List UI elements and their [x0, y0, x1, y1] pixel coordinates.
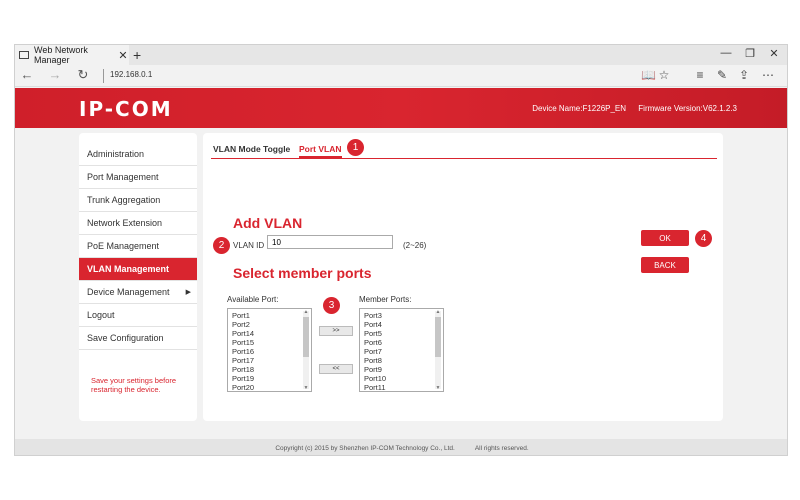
ip-com-logo: IP-COM [79, 97, 173, 121]
list-item[interactable]: Port10 [364, 374, 443, 383]
page-footer: Copyright (c) 2015 by Shenzhen IP-COM Te… [15, 439, 787, 455]
sidebar-item-vlan-management[interactable]: VLAN Management [79, 258, 197, 281]
list-item[interactable]: Port6 [364, 338, 443, 347]
page-icon [19, 51, 29, 59]
sidebar-item-label: Logout [87, 310, 115, 320]
url-field[interactable]: 192.168.0.1 [110, 70, 152, 79]
tab-title: Web Network Manager [34, 45, 88, 65]
scroll-down-icon[interactable]: ▼ [435, 385, 441, 391]
list-item[interactable]: Port20 [232, 383, 311, 391]
scrollbar-thumb[interactable] [435, 317, 441, 357]
step-marker-4: 4 [695, 230, 712, 247]
save-settings-note: Save your settings before restarting the… [91, 376, 177, 394]
step-marker-1: 1 [347, 139, 364, 156]
more-icon[interactable]: ⋯ [761, 68, 775, 82]
close-tab-icon[interactable]: ✕ [117, 49, 129, 62]
tab-port-vlan[interactable]: Port VLAN [299, 144, 342, 158]
sidebar-item-label: VLAN Management [87, 264, 170, 274]
sidebar-item-label: PoE Management [87, 241, 160, 251]
list-item[interactable]: Port18 [232, 365, 311, 374]
sidebar-item-administration[interactable]: Administration [79, 143, 197, 166]
content-panel: VLAN Mode Toggle Port VLAN 1 Add VLAN 2 … [203, 133, 723, 421]
close-window-icon[interactable]: ✕ [767, 47, 781, 60]
list-item[interactable]: Port1 [232, 311, 311, 320]
address-separator [103, 69, 104, 83]
rights-text: All rights reserved. [474, 444, 529, 452]
device-info: Device Name:F1226P_EN Firmware Version:V… [532, 104, 737, 113]
list-item[interactable]: Port15 [232, 338, 311, 347]
browser-tab[interactable]: Web Network Manager ✕ [15, 45, 129, 65]
minimize-icon[interactable]: — [719, 47, 733, 59]
ok-button[interactable]: OK [641, 230, 689, 246]
share-icon[interactable]: ⇪ [737, 68, 751, 82]
tab-strip: Web Network Manager ✕ + — ❐ ✕ [15, 45, 787, 65]
select-member-ports-title: Select member ports [233, 265, 372, 281]
submenu-arrow-icon: ▶ [185, 289, 191, 296]
sidebar-item-logout[interactable]: Logout [79, 304, 197, 327]
scroll-up-icon[interactable]: ▲ [435, 309, 441, 315]
list-item[interactable]: Port11 [364, 383, 443, 391]
hub-icon[interactable]: ≡ [693, 68, 707, 82]
sidebar-item-label: Save Configuration [87, 333, 164, 343]
list-item[interactable]: Port9 [364, 365, 443, 374]
sidebar-item-save-configuration[interactable]: Save Configuration [79, 327, 197, 350]
remove-ports-button[interactable]: << [319, 364, 353, 374]
sidebar-item-trunk-aggregation[interactable]: Trunk Aggregation [79, 189, 197, 212]
firmware-version: Firmware Version:V62.1.2.3 [638, 104, 737, 113]
scrollbar-thumb[interactable] [303, 317, 309, 357]
sidebar-item-label: Port Management [87, 172, 159, 182]
member-port-list[interactable]: Port3 Port4 Port5 Port6 Port7 Port8 Port… [359, 308, 444, 392]
scrollbar[interactable]: ▲ ▼ [435, 309, 441, 391]
tab-vlan-mode-toggle[interactable]: VLAN Mode Toggle [213, 144, 290, 154]
list-item[interactable]: Port7 [364, 347, 443, 356]
step-marker-2: 2 [213, 237, 230, 254]
sidebar-item-label: Administration [87, 149, 145, 159]
back-button[interactable]: BACK [641, 257, 689, 273]
sidebar-nav: Administration Port Management Trunk Agg… [79, 133, 197, 421]
list-item[interactable]: Port3 [364, 311, 443, 320]
list-item[interactable]: Port8 [364, 356, 443, 365]
list-item[interactable]: Port14 [232, 329, 311, 338]
list-item[interactable]: Port2 [232, 320, 311, 329]
device-name: Device Name:F1226P_EN [532, 104, 627, 113]
vlan-id-input[interactable] [267, 235, 393, 249]
refresh-icon[interactable]: ↻ [75, 67, 91, 83]
available-port-list[interactable]: Port1 Port2 Port14 Port15 Port16 Port17 … [227, 308, 312, 392]
back-icon[interactable]: ← [19, 67, 35, 82]
web-note-icon[interactable]: ✎ [715, 68, 729, 82]
add-vlan-title: Add VLAN [233, 215, 303, 231]
member-ports-label: Member Ports: [359, 295, 412, 304]
sidebar-item-label: Network Extension [87, 218, 163, 228]
list-item[interactable]: Port16 [232, 347, 311, 356]
router-header: IP-COM Device Name:F1226P_EN Firmware Ve… [15, 88, 787, 128]
browser-window: Web Network Manager ✕ + — ❐ ✕ ← → ↻ 192.… [14, 44, 788, 456]
list-item[interactable]: Port5 [364, 329, 443, 338]
list-item[interactable]: Port4 [364, 320, 443, 329]
scroll-up-icon[interactable]: ▲ [303, 309, 309, 315]
available-port-label: Available Port: [227, 295, 279, 304]
sidebar-item-label: Trunk Aggregation [87, 195, 161, 205]
sidebar-item-port-management[interactable]: Port Management [79, 166, 197, 189]
reading-view-icon[interactable]: 📖 [641, 68, 656, 82]
restore-icon[interactable]: ❐ [743, 47, 757, 60]
sidebar-item-network-extension[interactable]: Network Extension [79, 212, 197, 235]
new-tab-button[interactable]: + [133, 47, 141, 63]
content-tabs: VLAN Mode Toggle Port VLAN [211, 141, 717, 159]
sidebar-item-poe-management[interactable]: PoE Management [79, 235, 197, 258]
vlan-id-label: VLAN ID [233, 241, 265, 250]
sidebar-item-label: Device Management [87, 287, 170, 297]
copyright-text: Copyright (c) 2015 by Shenzhen IP-COM Te… [275, 444, 455, 452]
vlan-id-range: (2~26) [403, 241, 427, 250]
list-item[interactable]: Port19 [232, 374, 311, 383]
add-ports-button[interactable]: >> [319, 326, 353, 336]
sidebar-item-device-management[interactable]: Device Management ▶ [79, 281, 197, 304]
step-marker-3: 3 [323, 297, 340, 314]
forward-icon[interactable]: → [47, 67, 63, 82]
scrollbar[interactable]: ▲ ▼ [303, 309, 309, 391]
list-item[interactable]: Port17 [232, 356, 311, 365]
scroll-down-icon[interactable]: ▼ [303, 385, 309, 391]
favorite-icon[interactable]: ☆ [657, 68, 671, 82]
address-bar: ← → ↻ 192.168.0.1 📖 ☆ ≡ ✎ ⇪ ⋯ [15, 65, 787, 87]
